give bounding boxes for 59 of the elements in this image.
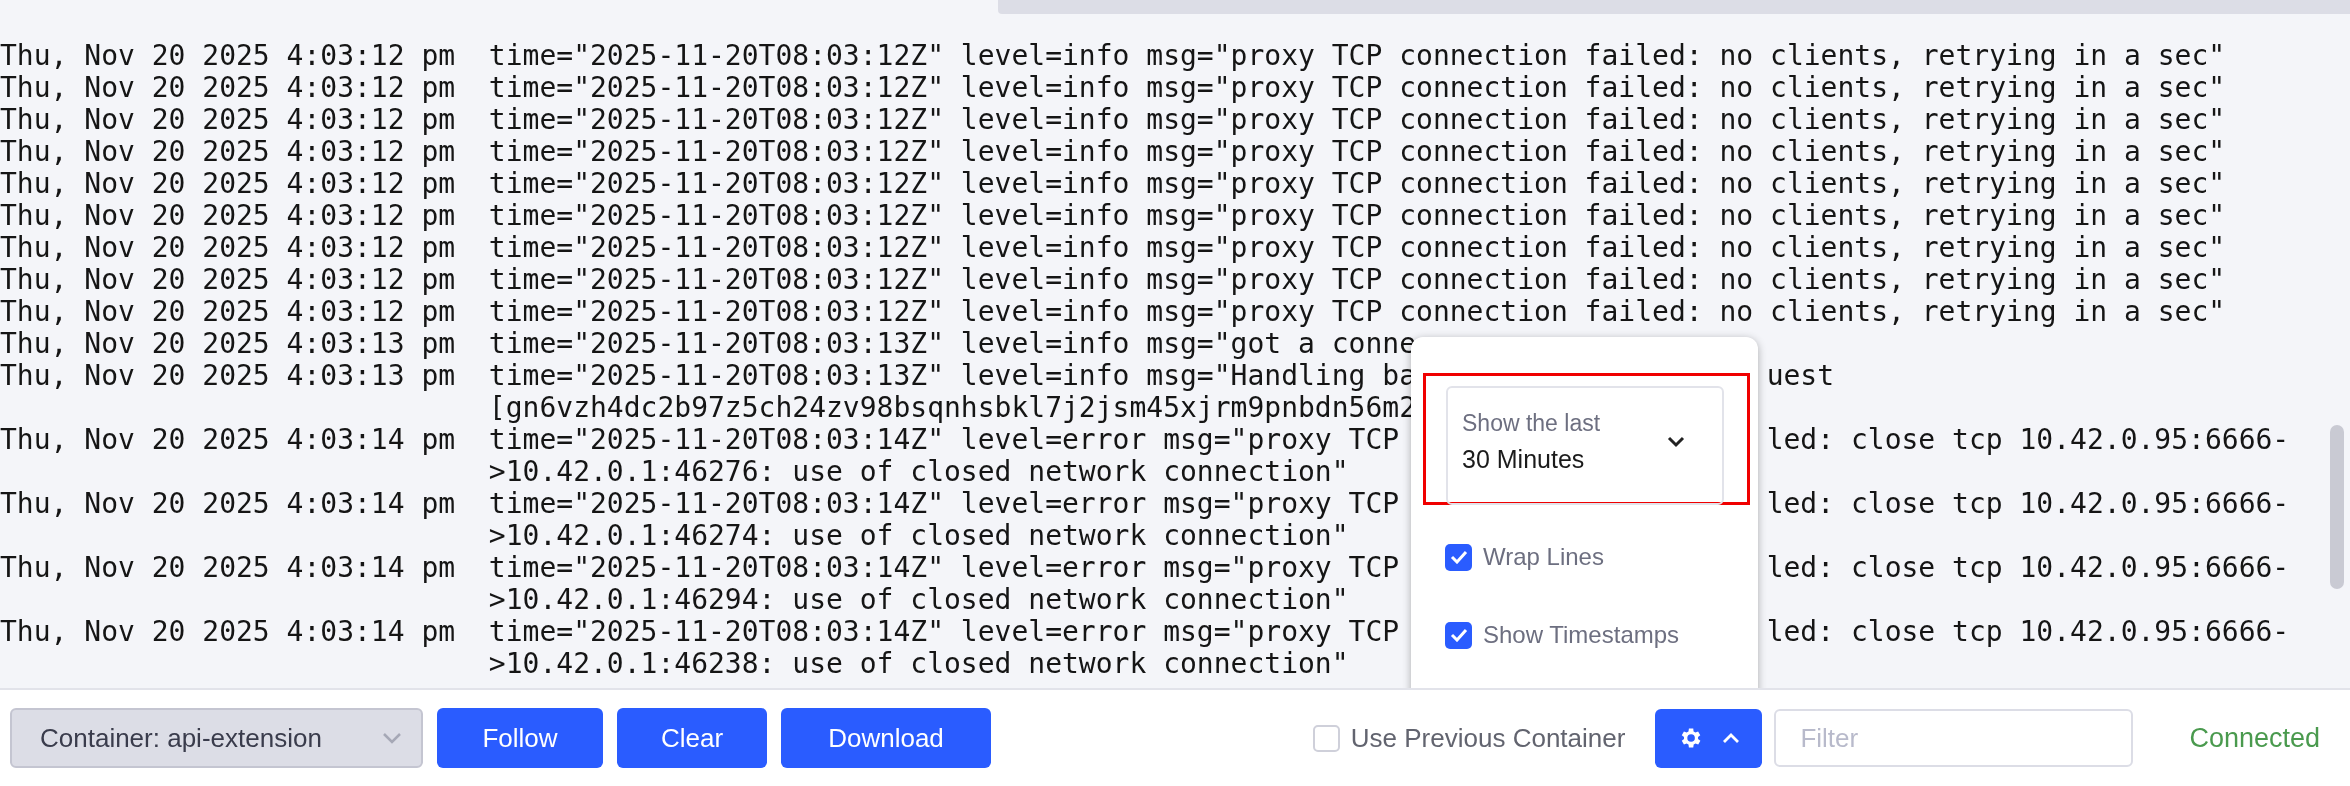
log-timestamp: Thu, Nov 20 2025 4:03:12 pm (0, 167, 456, 200)
time-range-select[interactable]: Show the last 30 Minutes (1446, 386, 1724, 505)
log-message: time="2025-11-20T08:03:12Z" level=info msg="proxy TCP connection failed: no clients, retrying in a sec" (488, 199, 2226, 232)
log-message: >10.42.0.1:46294: use of closed network connection" (488, 583, 1349, 616)
settings-button[interactable] (1655, 708, 1763, 768)
log-message: time="2025-11-20T08:03:12Z" level=info msg="proxy TCP connection failed: no clients, retrying in a sec" (488, 295, 2226, 328)
log-timestamp: Thu, Nov 20 2025 4:03:14 pm (0, 423, 456, 456)
log-message: time="2025-11-20T08:03:14Z" level=error msg="proxy TCP (488, 551, 1400, 584)
log-timestamp: Thu, Nov 20 2025 4:03:12 pm (0, 295, 456, 328)
log-message: time="2025-11-20T08:03:14Z" level=error msg="proxy TCP (488, 423, 1400, 456)
log-message: time="2025-11-20T08:03:12Z" level=info msg="proxy TCP connection failed: no clients, retrying in a sec" (488, 71, 2226, 104)
log-message: led: close tcp 10.42.0.95:6666- (1766, 616, 2290, 648)
scrollbar-thumb[interactable] (998, 0, 2350, 14)
log-message: led: close tcp 10.42.0.95:6666- (1766, 488, 2290, 520)
log-timestamp: Thu, Nov 20 2025 4:03:12 pm (0, 71, 456, 104)
checkbox[interactable] (1445, 543, 1472, 571)
connection-status: Connected (2189, 722, 2320, 754)
log-timestamp: Thu, Nov 20 2025 4:03:12 pm (0, 103, 456, 136)
log-message: >10.42.0.1:46276: use of closed network connection" (488, 455, 1349, 488)
log-message: led: close tcp 10.42.0.95:6666- (1766, 552, 2290, 584)
checkbox-label: Wrap Lines (1483, 543, 1604, 571)
toolbar-button[interactable]: Download (781, 708, 991, 768)
checkbox[interactable] (1445, 621, 1472, 649)
log-message: time="2025-11-20T08:03:12Z" level=info msg="proxy TCP connection failed: no clients, retrying in a sec" (488, 103, 2226, 136)
log-timestamp: Thu, Nov 20 2025 4:03:13 pm (0, 327, 456, 360)
log-timestamp: Thu, Nov 20 2025 4:03:12 pm (0, 199, 456, 232)
log-message: >10.42.0.1:46274: use of closed network connection" (488, 519, 1349, 552)
log-message: time="2025-11-20T08:03:12Z" level=info msg="proxy TCP connection failed: no clients, retrying in a sec" (488, 39, 2226, 72)
log-message: time="2025-11-20T08:03:12Z" level=info msg="proxy TCP connection failed: no clients, retrying in a sec" (488, 231, 2226, 264)
caret-up-icon (1720, 732, 1741, 744)
log-timestamp: Thu, Nov 20 2025 4:03:14 pm (0, 615, 456, 648)
toolbar-button[interactable]: Clear (617, 708, 767, 768)
checkbox-label: Show Timestamps (1483, 621, 1680, 649)
checkbox[interactable] (1312, 724, 1340, 752)
log-message: uest (1766, 360, 1835, 392)
check-icon (1449, 628, 1468, 642)
chevron-down-icon (381, 731, 403, 745)
log-timestamp: Thu, Nov 20 2025 4:03:14 pm (0, 487, 456, 520)
scrollbar-thumb[interactable] (2330, 425, 2344, 589)
log-timestamp: Thu, Nov 20 2025 4:03:14 pm (0, 551, 456, 584)
log-timestamp: Thu, Nov 20 2025 4:03:12 pm (0, 39, 456, 72)
log-message: [gn6vzh4dc2b97z5ch24zv98bsqnhsbkl7j2jsm45xjrm9pnbdn56m2 (488, 391, 1417, 424)
chevron-down-icon (1666, 436, 1686, 448)
log-timestamp: Thu, Nov 20 2025 4:03:13 pm (0, 359, 456, 392)
log-message: time="2025-11-20T08:03:12Z" level=info msg="proxy TCP connection failed: no clients, retrying in a sec" (488, 263, 2226, 296)
log-message: time="2025-11-20T08:03:13Z" level=info msg="got a conne (488, 327, 1417, 360)
filter-field[interactable]: Filter (1774, 709, 2134, 767)
log-timestamp: Thu, Nov 20 2025 4:03:12 pm (0, 263, 456, 296)
log-message: time="2025-11-20T08:03:12Z" level=info msg="proxy TCP connection failed: no clients, retrying in a sec" (488, 167, 2226, 200)
log-timestamp: Thu, Nov 20 2025 4:03:12 pm (0, 135, 456, 168)
log-message: >10.42.0.1:46238: use of closed network connection" (488, 647, 1349, 680)
checkbox-label: Use Previous Container (1350, 722, 1626, 754)
log-message: time="2025-11-20T08:03:14Z" level=error msg="proxy TCP (488, 487, 1400, 520)
log-message: time="2025-11-20T08:03:12Z" level=info msg="proxy TCP connection failed: no clients, retrying in a sec" (488, 135, 2226, 168)
log-message: time="2025-11-20T08:03:14Z" level=error msg="proxy TCP (488, 615, 1400, 648)
log-message: led: close tcp 10.42.0.95:6666- (1766, 424, 2290, 456)
toolbar-button[interactable]: Follow (437, 708, 603, 768)
log-timestamp: Thu, Nov 20 2025 4:03:12 pm (0, 231, 456, 264)
check-icon (1449, 550, 1468, 564)
